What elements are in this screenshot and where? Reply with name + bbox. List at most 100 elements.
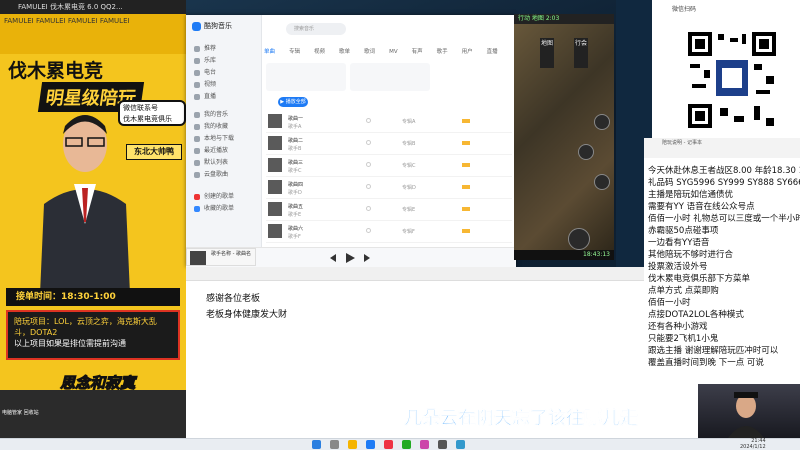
skill-button[interactable] bbox=[594, 174, 610, 190]
play-all-button[interactable]: ▶ 播放全部 bbox=[278, 97, 308, 107]
notepad-line: 投票激活设外号 bbox=[648, 262, 708, 272]
nav-item[interactable]: 云盘歌曲 bbox=[194, 169, 228, 178]
qr-window-title: 微信扫码 bbox=[672, 6, 697, 13]
album-card[interactable] bbox=[350, 63, 430, 91]
music-app-icon[interactable] bbox=[366, 440, 375, 449]
nav-item[interactable]: 推荐 bbox=[194, 43, 216, 52]
folder-icon[interactable] bbox=[348, 440, 357, 449]
center-notepad-toolbar bbox=[186, 267, 644, 281]
tab[interactable]: 视频 bbox=[314, 47, 325, 55]
mini-title: 歌手名称 - 歌曲名 bbox=[211, 251, 251, 257]
notepad-line: 赤霸驱50点碰事项 bbox=[648, 226, 719, 236]
tab[interactable]: 直播 bbox=[487, 47, 498, 55]
game-map-tag[interactable]: 地图 bbox=[540, 38, 554, 68]
playlist-icon bbox=[194, 205, 200, 212]
webcam-feed bbox=[698, 384, 800, 438]
song-title: 歌曲一 bbox=[288, 116, 304, 122]
song-artist: 歌手F bbox=[288, 234, 301, 240]
desktop-icons[interactable]: 电脑管家 回收站 bbox=[2, 410, 39, 417]
nav-label: 视频 bbox=[204, 81, 217, 88]
poster-nickname-tag: 东北大帅鸭 bbox=[126, 144, 182, 160]
song-row[interactable]: 歌曲四 歌手D 专辑D bbox=[266, 177, 512, 199]
app-icon[interactable] bbox=[420, 440, 429, 449]
heart-icon bbox=[194, 123, 200, 130]
tab[interactable]: 单曲 bbox=[264, 47, 275, 55]
song-artist: 歌手D bbox=[288, 190, 302, 196]
start-icon[interactable] bbox=[312, 440, 321, 449]
nav-item[interactable]: 我的收藏 bbox=[194, 121, 228, 130]
bubble-line2: 伐木累电竞俱乐 bbox=[123, 115, 172, 123]
poster-title-line1: 伐木累电竞 bbox=[8, 60, 104, 82]
song-row[interactable]: 歌曲六 歌手F 专辑F bbox=[266, 221, 512, 243]
tab[interactable]: 歌单 bbox=[339, 47, 350, 55]
qr-code bbox=[684, 28, 780, 132]
nav-item[interactable]: 收藏的歌单 bbox=[194, 203, 234, 212]
app-icon[interactable] bbox=[384, 440, 393, 449]
poster-brand-strip: FAMULEI FAMULEI FAMULEI FAMULEI bbox=[0, 14, 186, 54]
song-album: 专辑D bbox=[402, 185, 416, 191]
nav-label: 云盘歌曲 bbox=[204, 171, 229, 178]
search-icon[interactable] bbox=[330, 440, 339, 449]
nav-item[interactable]: 默认列表 bbox=[194, 157, 228, 166]
app-icon[interactable] bbox=[438, 440, 447, 449]
notepad-line: 跟选主播 谢谢理解陪玩匹冲时可以 bbox=[648, 346, 779, 356]
music-icon bbox=[194, 111, 200, 118]
heart-icon[interactable] bbox=[366, 206, 371, 211]
next-icon bbox=[364, 254, 370, 262]
live-icon bbox=[194, 93, 200, 100]
artist-card[interactable] bbox=[266, 63, 346, 91]
notepad-line: 礼品码 SYG5996 SY999 SY888 SY666 bbox=[648, 178, 800, 188]
notepad-line: 伐木累电竞俱乐部下方菜单 bbox=[648, 274, 751, 284]
nav-item[interactable]: 视频 bbox=[194, 79, 216, 88]
music-app-name: 酷狗音乐 bbox=[204, 22, 232, 30]
nav-item[interactable]: 乐库 bbox=[194, 55, 216, 64]
song-row[interactable]: 歌曲五 歌手E 专辑E bbox=[266, 199, 512, 221]
nav-item[interactable]: 电台 bbox=[194, 67, 216, 76]
skill-button[interactable] bbox=[594, 114, 610, 130]
library-icon bbox=[194, 57, 200, 64]
cover-image bbox=[268, 202, 282, 216]
attack-button[interactable] bbox=[568, 228, 590, 250]
playback-controls[interactable] bbox=[326, 252, 376, 264]
heart-icon[interactable] bbox=[366, 118, 371, 123]
tab[interactable]: 用户 bbox=[462, 47, 473, 55]
tab[interactable]: 专辑 bbox=[289, 47, 300, 55]
app-icon[interactable] bbox=[456, 440, 465, 449]
tab[interactable]: 歌手 bbox=[437, 47, 448, 55]
song-row[interactable]: 歌曲一 歌手A 专辑A bbox=[266, 111, 512, 133]
nav-label: 收藏的歌单 bbox=[204, 205, 235, 212]
game-window[interactable]: 行动 地图 2:03 地图 行会 18:43:13 bbox=[514, 14, 614, 260]
quality-icon bbox=[462, 163, 470, 167]
bubble-line1: 微信联系号 bbox=[123, 104, 158, 112]
mini-cover bbox=[190, 251, 206, 265]
song-row[interactable]: 歌曲二 歌手B 专辑B bbox=[266, 133, 512, 155]
cover-image bbox=[268, 158, 282, 172]
heart-icon[interactable] bbox=[366, 162, 371, 167]
music-search-input[interactable]: 搜索音乐 bbox=[286, 23, 346, 35]
tab[interactable]: 歌词 bbox=[364, 47, 375, 55]
nav-label: 创建的歌单 bbox=[204, 193, 235, 200]
poster-window[interactable]: FAMULEI 伐木累电竞 6.0 QQ2... FAMULEI FAMULEI… bbox=[0, 0, 186, 438]
cover-image bbox=[268, 136, 282, 150]
nav-label: 直播 bbox=[204, 93, 217, 100]
nav-label: 乐库 bbox=[204, 57, 217, 64]
nav-item[interactable]: 我的音乐 bbox=[194, 109, 228, 118]
tab[interactable]: 有声 bbox=[412, 47, 423, 55]
nav-item[interactable]: 创建的歌单 bbox=[194, 191, 234, 200]
song-title: 歌曲二 bbox=[288, 138, 304, 144]
wechat-icon[interactable] bbox=[402, 440, 411, 449]
nav-item[interactable]: 最近播放 bbox=[194, 145, 228, 154]
notepad-line: 佰佰一小时 bbox=[648, 298, 691, 308]
nav-item[interactable]: 本地与下载 bbox=[194, 133, 234, 142]
heart-icon[interactable] bbox=[366, 228, 371, 233]
game-guild-tag[interactable]: 行会 bbox=[574, 38, 588, 68]
skill-button[interactable] bbox=[578, 144, 594, 160]
song-row[interactable]: 歌曲三 歌手C 专辑C bbox=[266, 155, 512, 177]
mini-player[interactable]: 歌手名称 - 歌曲名 bbox=[186, 248, 256, 266]
heart-icon[interactable] bbox=[366, 140, 371, 145]
system-clock[interactable]: 21:44 2024/1/12 bbox=[740, 438, 766, 450]
music-player-window[interactable]: 酷狗音乐 推荐 乐库 电台 视频 直播 我的音乐 我的收藏 本地与下载 最近播放… bbox=[186, 15, 516, 267]
heart-icon[interactable] bbox=[366, 184, 371, 189]
tab[interactable]: MV bbox=[389, 49, 398, 55]
nav-item[interactable]: 直播 bbox=[194, 91, 216, 100]
